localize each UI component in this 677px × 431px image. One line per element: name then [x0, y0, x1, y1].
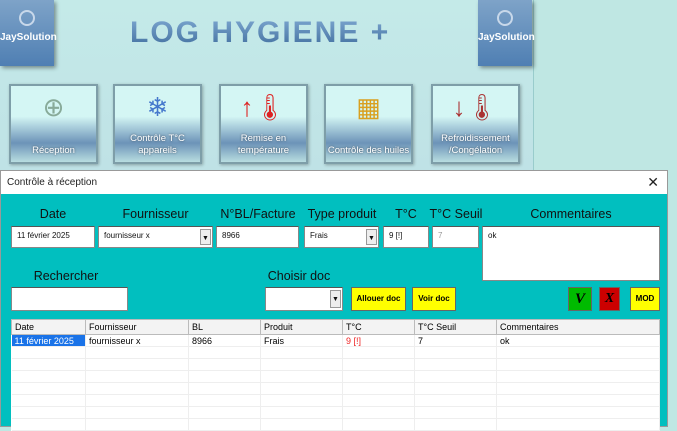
empty-row [11, 358, 660, 371]
table-header: Date Fournisseur BL Produit T°C T°C Seui… [11, 319, 660, 335]
cell-produit[interactable]: Frais [260, 334, 343, 347]
col-header[interactable]: BL [188, 319, 261, 335]
label-comments: Commentaires [530, 207, 612, 221]
cell-seuil[interactable]: 7 [414, 334, 497, 347]
jaysolution-logo-left: JaySolution [0, 0, 57, 66]
worksheet-background: JaySolution JaySolution LOG HYGIENE + ⊕ R… [0, 0, 535, 170]
type-select[interactable]: Frais ▼ [304, 226, 379, 248]
cancel-button[interactable]: X [599, 287, 620, 311]
label-search: Rechercher [33, 269, 99, 283]
col-header[interactable]: Commentaires [496, 319, 660, 335]
voir-doc-button[interactable]: Voir doc [412, 287, 456, 311]
col-header[interactable]: T°C [342, 319, 415, 335]
thermometer-down-icon: ↓🌡 [452, 92, 499, 122]
allouer-doc-button[interactable]: Allouer doc [351, 287, 406, 311]
tile-label: Refroidissement /Congélation [441, 133, 510, 156]
search-input[interactable] [11, 287, 128, 311]
mod-button[interactable]: MOD [630, 287, 660, 311]
app-title: LOG HYGIENE + [130, 16, 391, 49]
thermometer-up-icon: ↑🌡 [240, 92, 287, 122]
tile-label: Contrôle T°C appareils [130, 133, 185, 156]
label-seuil: T°C Seuil [429, 207, 483, 221]
jaysolution-logo-right: JaySolution [478, 0, 535, 66]
empty-row [11, 394, 660, 407]
validate-button[interactable]: V [568, 287, 592, 311]
col-header[interactable]: T°C Seuil [414, 319, 497, 335]
fournisseur-select[interactable]: fournisseur x ▼ [98, 226, 213, 248]
tile-reception[interactable]: ⊕ Réception [9, 84, 98, 164]
tile-controle-huiles[interactable]: ▦ Contrôle des huiles [324, 84, 413, 164]
records-table: Date Fournisseur BL Produit T°C T°C Seui… [11, 319, 660, 431]
label-temp: T°C [395, 207, 417, 221]
dropdown-arrow-icon[interactable]: ▼ [200, 229, 211, 245]
cell-date[interactable]: 11 février 2025 [11, 334, 86, 347]
label-doc: Choisir doc [267, 269, 331, 283]
tile-label: Réception [32, 145, 75, 156]
cell-fournisseur[interactable]: fournisseur x [85, 334, 189, 347]
table-row[interactable]: 11 février 2025 fournisseur x 8966 Frais… [11, 334, 660, 347]
col-header[interactable]: Produit [260, 319, 343, 335]
empty-row [11, 346, 660, 359]
label-type: Type produit [307, 207, 377, 221]
label-date: Date [39, 207, 67, 221]
fryer-icon: ▦ [356, 92, 381, 122]
cell-temp[interactable]: 9 [!] [342, 334, 415, 347]
tile-remise-temperature[interactable]: ↑🌡 Remise en température [219, 84, 308, 164]
logo-text: JaySolution [478, 32, 535, 43]
fridge-icon: ❄ [146, 92, 169, 122]
empty-row [11, 370, 660, 383]
tile-label: Remise en température [237, 133, 290, 156]
date-field[interactable]: 11 février 2025 [11, 226, 95, 248]
reception-dialog: Contrôle à réception ✕ Date Fournisseur N… [0, 170, 668, 431]
doc-select[interactable]: ▼ [265, 287, 343, 311]
empty-row [11, 418, 660, 431]
cell-comments[interactable]: ok [496, 334, 660, 347]
dropdown-arrow-icon[interactable]: ▼ [366, 229, 377, 245]
col-header[interactable]: Date [11, 319, 86, 335]
dropdown-arrow-icon[interactable]: ▼ [330, 290, 341, 308]
temp-field[interactable]: 9 [!] [383, 226, 429, 248]
dialog-title: Contrôle à réception [7, 177, 98, 188]
seuil-field: 7 [432, 226, 479, 248]
label-fournisseur: Fournisseur [122, 207, 189, 221]
label-bl: N°BL/Facture [220, 207, 296, 221]
empty-row [11, 406, 660, 419]
tile-controle-appareils[interactable]: ❄ Contrôle T°C appareils [113, 84, 202, 164]
fournisseur-value: fournisseur x [104, 231, 150, 240]
logo-text: JaySolution [0, 32, 57, 43]
empty-row [11, 382, 660, 395]
tile-label: Contrôle des huiles [327, 145, 410, 156]
bl-field[interactable]: 8966 [216, 226, 299, 248]
tile-refroidissement[interactable]: ↓🌡 Refroidissement /Congélation [431, 84, 520, 164]
close-icon[interactable]: ✕ [647, 174, 659, 191]
dialog-titlebar: Contrôle à réception ✕ [1, 171, 667, 194]
type-value: Frais [310, 231, 328, 240]
comments-field[interactable]: ok [482, 226, 660, 281]
col-header[interactable]: Fournisseur [85, 319, 189, 335]
cell-bl[interactable]: 8966 [188, 334, 261, 347]
box-plus-icon: ⊕ [42, 92, 65, 122]
